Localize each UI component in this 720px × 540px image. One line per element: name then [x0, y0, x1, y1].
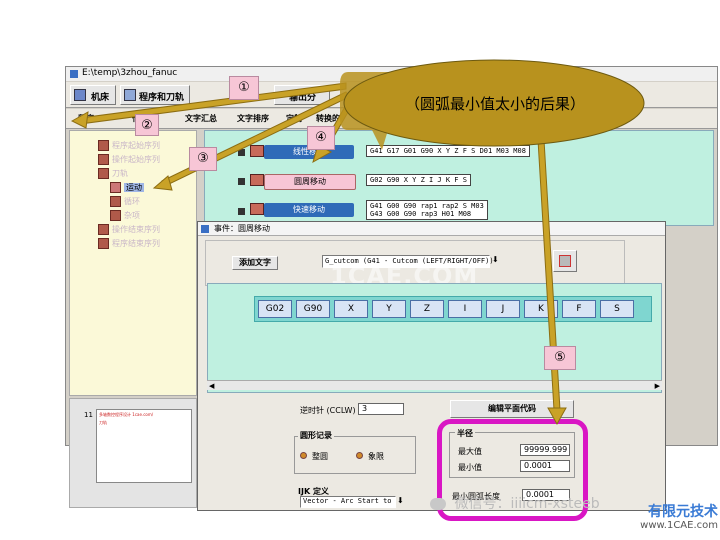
wechat-icon	[430, 498, 446, 510]
arrow-head-icon	[547, 407, 567, 426]
brand-logo: 有限元技术 www.1CAE.com	[612, 504, 718, 532]
callout-1: ①	[229, 76, 259, 100]
callout-3: ③	[189, 147, 217, 171]
bubble-text: （圆弧最小值太小的后果）	[404, 95, 585, 113]
arrow-head-icon	[70, 111, 89, 129]
wechat-watermark: 微信号：iiiicm-xsteeb	[430, 493, 600, 515]
annotation-arrows	[70, 59, 645, 426]
callout-2: ②	[135, 114, 159, 136]
callout-5: ⑤	[544, 346, 576, 370]
brand-logo-title: 有限元技术	[648, 504, 718, 520]
callout-4: ④	[307, 126, 335, 150]
brand-logo-url: www.1CAE.com	[640, 520, 718, 531]
